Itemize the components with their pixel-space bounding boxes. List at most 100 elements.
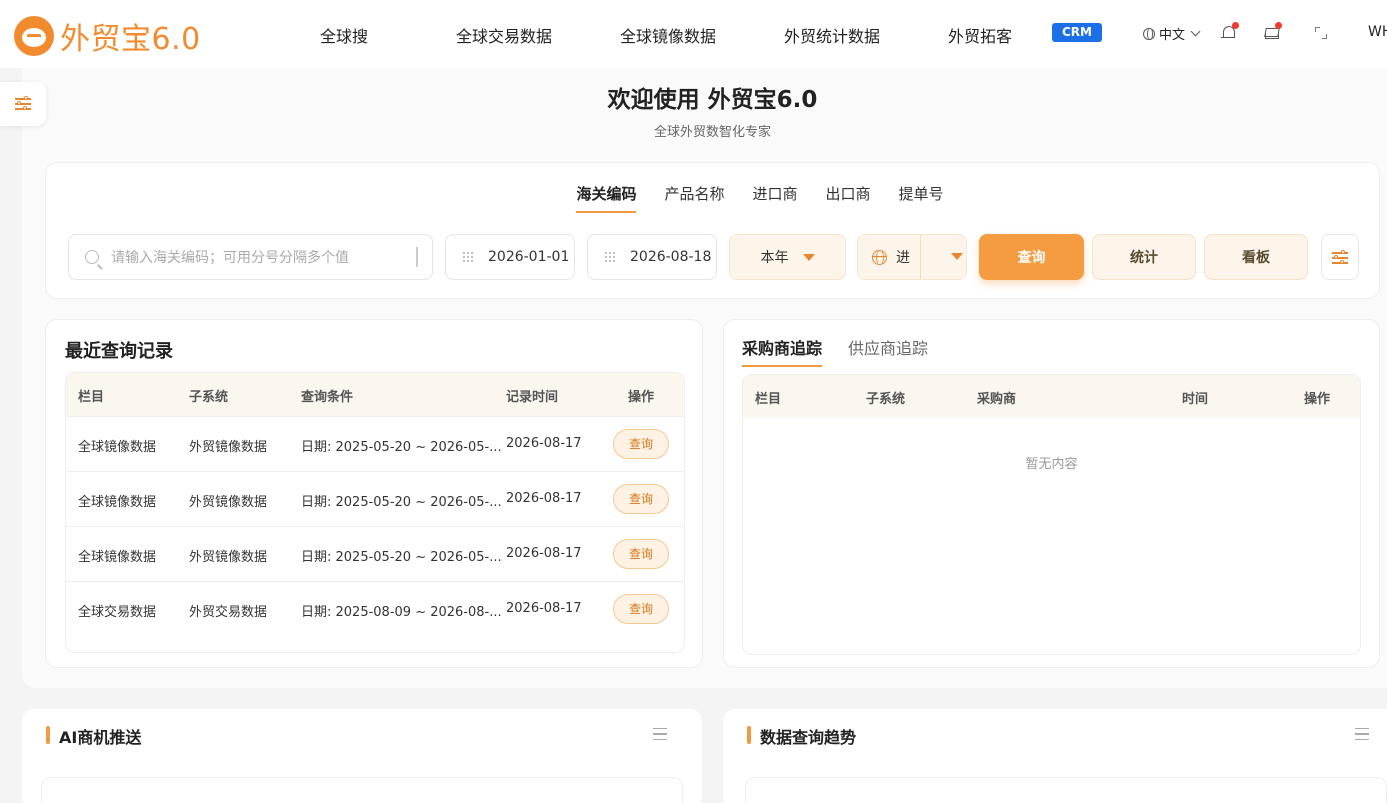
tracking-table: 栏目 子系统 采购商 时间 操作 暂无内容 [742,374,1361,655]
direction-value: 进 [896,250,910,266]
start-date-field[interactable]: 2026-01-01 [445,234,575,280]
top-header: 外贸宝6.0 全球搜 全球交易数据 全球镜像数据 外贸统计数据 外贸拓客 CRM… [0,0,1387,68]
cell-subsystem: 外贸镜像数据 [189,495,268,510]
monkey-logo-icon [14,16,54,56]
tab-buyer-tracking[interactable]: 采购商追踪 [742,335,823,367]
column-header: 操作 [628,390,655,405]
column-header: 子系统 [189,390,229,405]
table-header: 栏目 子系统 查询条件 记录时间 操作 [66,373,684,416]
query-trend-card: 数据查询趋势 [723,709,1387,803]
nav-trade-statistics[interactable]: 外贸统计数据 [784,23,880,47]
logo-text: 外贸宝6.0 [60,22,201,57]
search-panel: 海关编码 产品名称 进口商 出口商 提单号 请输入海关编码；可用分号分隔多个值 … [45,162,1380,299]
row-query-button[interactable]: 查询 [613,484,669,514]
statistics-button[interactable]: 统计 [1092,234,1196,280]
column-header: 采购商 [977,392,1017,407]
period-select[interactable]: 本年 [729,234,846,280]
chevron-down-icon [1190,26,1201,37]
table-header: 栏目 子系统 采购商 时间 操作 [743,375,1360,418]
language-selector[interactable]: 中文 [1143,24,1201,43]
cell-condition: 日期: 2025-05-20 ~ 2026-05-... [301,440,502,455]
row-query-button[interactable]: 查询 [613,429,669,459]
dropdown-arrow-icon [802,253,815,261]
advanced-filter-button[interactable] [1321,234,1359,280]
menu-icon[interactable] [1355,728,1369,740]
calendar-icon [604,251,616,263]
tab-product-name[interactable]: 产品名称 [664,183,724,213]
end-date-field[interactable]: 2026-08-18 [587,234,717,280]
notification-dot [1275,22,1282,29]
cell-subsystem: 外贸交易数据 [189,605,268,620]
notification-dot [1232,22,1239,29]
tab-hs-code[interactable]: 海关编码 [576,183,637,213]
ai-opportunities-title: AI商机推送 [59,728,142,747]
crm-button[interactable]: CRM [1052,23,1102,42]
recent-queries-table: 栏目 子系统 查询条件 记录时间 操作 全球镜像数据 外贸镜像数据 日期: 20… [65,372,685,653]
column-header: 时间 [1182,392,1209,407]
search-icon [85,250,99,264]
cell-category: 全球镜像数据 [78,495,157,510]
cell-time: 2026-08-17 [506,601,582,616]
tab-exporter[interactable]: 出口商 [826,183,871,213]
column-header: 记录时间 [506,390,559,405]
user-name[interactable]: WH [1368,24,1387,40]
tab-supplier-tracking[interactable]: 供应商追踪 [848,335,928,365]
table-row: 全球镜像数据 外贸镜像数据 日期: 2025-05-20 ~ 2026-05-.… [66,416,684,471]
language-label: 中文 [1159,28,1186,43]
column-header: 操作 [1304,392,1331,407]
welcome-subtitle: 全球外贸数智化专家 [653,125,771,140]
column-header: 栏目 [755,392,782,407]
search-placeholder: 请输入海关编码；可用分号分隔多个值 [111,250,349,266]
text-cursor [416,247,418,267]
cell-time: 2026-08-17 [506,436,582,451]
expand-icon[interactable] [1314,25,1330,41]
calendar-icon [462,251,474,263]
column-header: 子系统 [866,392,906,407]
nav-global-mirror-data[interactable]: 全球镜像数据 [620,23,716,47]
table-row: 全球镜像数据 外贸镜像数据 日期: 2025-05-20 ~ 2026-05-.… [66,471,684,526]
column-header: 查询条件 [301,390,354,405]
table-row: 全球镜像数据 外贸镜像数据 日期: 2025-05-20 ~ 2026-05-.… [66,526,684,581]
period-value: 本年 [760,250,789,266]
nav-customer-acquisition[interactable]: 外贸拓客 [948,23,1012,47]
cell-condition: 日期: 2025-08-09 ~ 2026-08-... [301,605,502,620]
globe-icon [872,249,887,265]
recent-queries-title: 最近查询记录 [65,341,173,362]
tab-bill-number[interactable]: 提单号 [899,183,944,213]
query-trend-title: 数据查询趋势 [760,728,857,747]
empty-state-text: 暂无内容 [1025,457,1078,472]
cell-subsystem: 外贸镜像数据 [189,440,268,455]
cell-condition: 日期: 2025-05-20 ~ 2026-05-... [301,550,502,565]
cell-category: 全球交易数据 [78,605,157,620]
logo[interactable]: 外贸宝6.0 [14,14,201,58]
cell-time: 2026-08-17 [506,491,582,506]
ai-opportunities-card: AI商机推送 [22,709,702,803]
table-row: 全球交易数据 外贸交易数据 日期: 2025-08-09 ~ 2026-08-.… [66,581,684,636]
globe-icon [1143,27,1155,40]
cell-category: 全球镜像数据 [78,440,157,455]
search-tabs: 海关编码 产品名称 进口商 出口商 提单号 [46,183,1379,213]
menu-icon[interactable] [653,728,667,740]
cell-condition: 日期: 2025-05-20 ~ 2026-05-... [301,495,502,510]
dropdown-arrow-icon[interactable] [951,253,963,260]
row-query-button[interactable]: 查询 [613,594,669,624]
cell-subsystem: 外贸镜像数据 [189,550,268,565]
nav-global-trade-data[interactable]: 全球交易数据 [456,23,552,47]
cell-category: 全球镜像数据 [78,550,157,565]
direction-select[interactable]: 进 [857,234,967,280]
welcome-title: 欢迎使用 外贸宝6.0 [607,87,818,113]
row-query-button[interactable]: 查询 [613,539,669,569]
nav-global-search[interactable]: 全球搜 [320,23,368,47]
search-input[interactable]: 请输入海关编码；可用分号分隔多个值 [68,234,433,280]
filter-icon [1332,249,1348,265]
start-date-value: 2026-01-01 [488,249,570,265]
recent-queries-card: 最近查询记录 栏目 子系统 查询条件 记录时间 操作 全球镜像数据 外贸镜像数据… [45,319,703,668]
layers-icon[interactable] [1264,22,1282,41]
query-button[interactable]: 查询 [979,234,1084,280]
bell-icon[interactable] [1221,22,1239,41]
tab-importer[interactable]: 进口商 [752,183,797,213]
dashboard-button[interactable]: 看板 [1204,234,1308,280]
column-header: 栏目 [78,390,105,405]
cell-time: 2026-08-17 [506,546,582,561]
end-date-value: 2026-08-18 [630,249,712,265]
